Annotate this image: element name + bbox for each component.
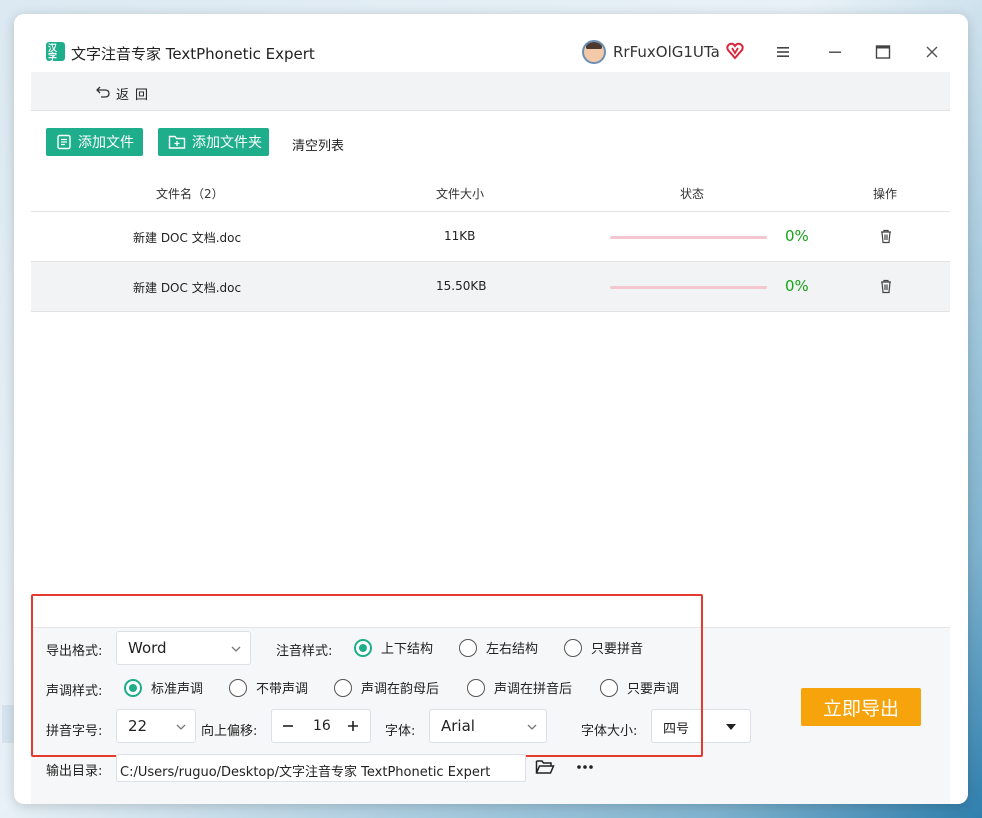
plus-icon[interactable] xyxy=(347,720,359,732)
offset-label: 向上偏移: xyxy=(201,724,258,739)
header-status: 状态 xyxy=(680,187,705,201)
minimize-icon[interactable] xyxy=(827,44,843,60)
radio-dot xyxy=(334,678,352,697)
clear-list-button[interactable]: 清空列表 xyxy=(292,135,344,154)
add-folder-label: 添加文件夹 xyxy=(192,135,262,151)
chevron-down-icon xyxy=(231,646,241,652)
phonetic-style-label: 注音样式: xyxy=(276,644,333,659)
radio-label: 左右结构 xyxy=(486,642,539,657)
radio-tone-only[interactable]: 只要声调 xyxy=(600,678,679,697)
minus-icon[interactable] xyxy=(282,720,294,732)
pinyin-size-select[interactable]: 22 xyxy=(116,709,196,743)
progress-percent: 0% xyxy=(785,227,809,245)
radio-phonetic-pinyin-only[interactable]: 只要拼音 xyxy=(564,638,643,657)
font-label: 字体: xyxy=(385,724,416,739)
add-folder-button[interactable]: 添加文件夹 xyxy=(158,128,269,156)
header-filename: 文件名（2） xyxy=(156,187,224,201)
radio-dot xyxy=(600,678,618,697)
radio-dot xyxy=(467,678,485,697)
trash-icon[interactable] xyxy=(878,228,894,244)
radio-tone-none[interactable]: 不带声调 xyxy=(229,678,308,697)
table-row[interactable]: 新建 DOC 文档.doc 11KB 0% xyxy=(31,212,950,262)
radio-tone-after-pinyin[interactable]: 声调在拼音后 xyxy=(467,678,572,697)
nav-bar: 返回 xyxy=(31,72,950,111)
menu-icon[interactable] xyxy=(775,44,791,60)
app-logo-icon: 汉字 xyxy=(46,42,65,63)
back-button[interactable]: 返回 xyxy=(116,84,154,103)
export-format-select[interactable]: Word xyxy=(116,631,251,665)
export-now-button[interactable]: 立即导出 xyxy=(801,688,921,726)
radio-label: 标准声调 xyxy=(151,682,204,697)
radio-dot xyxy=(459,638,477,657)
radio-label: 声调在拼音后 xyxy=(494,682,573,697)
font-size-value: 四号 xyxy=(663,722,690,737)
vip-heart-icon[interactable] xyxy=(726,42,744,60)
file-name: 新建 DOC 文档.doc xyxy=(133,281,242,295)
app-logo-text: 汉字 xyxy=(48,44,58,63)
more-icon[interactable] xyxy=(575,759,595,775)
header-actions: 操作 xyxy=(873,187,898,201)
radio-label: 上下结构 xyxy=(381,642,434,657)
font-size-select[interactable]: 四号 xyxy=(651,709,751,743)
close-icon[interactable] xyxy=(924,44,940,60)
radio-tone-standard[interactable]: 标准声调 xyxy=(124,678,203,697)
offset-value: 16 xyxy=(313,718,331,734)
radio-label: 不带声调 xyxy=(256,682,309,697)
file-table-header: 文件名（2） 文件大小 状态 操作 xyxy=(31,177,950,212)
tone-style-label: 声调样式: xyxy=(46,684,103,699)
chevron-down-icon xyxy=(176,724,186,730)
output-dir-field[interactable]: C:/Users/ruguo/Desktop/文字注音专家 TextPhonet… xyxy=(116,754,526,782)
output-dir-label: 输出目录: xyxy=(46,764,103,779)
table-row[interactable]: 新建 DOC 文档.doc 15.50KB 0% xyxy=(31,262,950,312)
pinyin-size-value: 22 xyxy=(128,717,148,735)
radio-label: 只要声调 xyxy=(627,682,680,697)
radio-phonetic-top-bottom[interactable]: 上下结构 xyxy=(354,638,433,657)
folder-add-icon xyxy=(168,135,186,149)
app-window: 汉字 文字注音专家 TextPhonetic Expert RrFuxOlG1U… xyxy=(14,14,968,804)
caret-down-icon xyxy=(726,724,736,730)
output-dir-value: C:/Users/ruguo/Desktop/文字注音专家 TextPhonet… xyxy=(120,765,491,780)
export-format-label: 导出格式: xyxy=(46,644,103,659)
font-value: Arial xyxy=(441,717,475,735)
pinyin-size-label: 拼音字号: xyxy=(46,724,103,739)
file-list-icon xyxy=(57,134,71,150)
export-format-value: Word xyxy=(128,639,167,657)
offset-stepper[interactable]: 16 xyxy=(271,709,371,743)
radio-dot xyxy=(124,678,142,697)
file-name: 新建 DOC 文档.doc xyxy=(133,231,242,245)
radio-phonetic-left-right[interactable]: 左右结构 xyxy=(459,638,538,657)
progress-bar xyxy=(610,286,767,289)
avatar[interactable] xyxy=(582,40,606,64)
radio-dot xyxy=(229,678,247,697)
header-filesize: 文件大小 xyxy=(436,187,485,201)
radio-label: 声调在韵母后 xyxy=(361,682,440,697)
progress-bar xyxy=(610,236,767,239)
radio-dot xyxy=(354,638,372,657)
add-file-button[interactable]: 添加文件 xyxy=(46,128,143,156)
progress-percent: 0% xyxy=(785,277,809,295)
trash-icon[interactable] xyxy=(878,278,894,294)
radio-dot xyxy=(564,638,582,657)
add-file-label: 添加文件 xyxy=(78,135,134,151)
font-size-label: 字体大小: xyxy=(581,724,638,739)
font-select[interactable]: Arial xyxy=(429,709,547,743)
radio-label: 只要拼音 xyxy=(591,642,644,657)
file-size: 15.50KB xyxy=(436,279,487,293)
app-title: 文字注音专家 TextPhonetic Expert xyxy=(71,45,315,63)
maximize-icon[interactable] xyxy=(875,44,891,60)
radio-tone-after-final[interactable]: 声调在韵母后 xyxy=(334,678,439,697)
file-size: 11KB xyxy=(444,229,476,243)
chevron-down-icon xyxy=(527,724,537,730)
title-bar: 汉字 文字注音专家 TextPhonetic Expert RrFuxOlG1U… xyxy=(14,14,968,72)
back-arrow-icon[interactable] xyxy=(95,83,111,99)
open-folder-icon[interactable] xyxy=(535,758,555,776)
username[interactable]: RrFuxOlG1UTa xyxy=(613,43,720,61)
